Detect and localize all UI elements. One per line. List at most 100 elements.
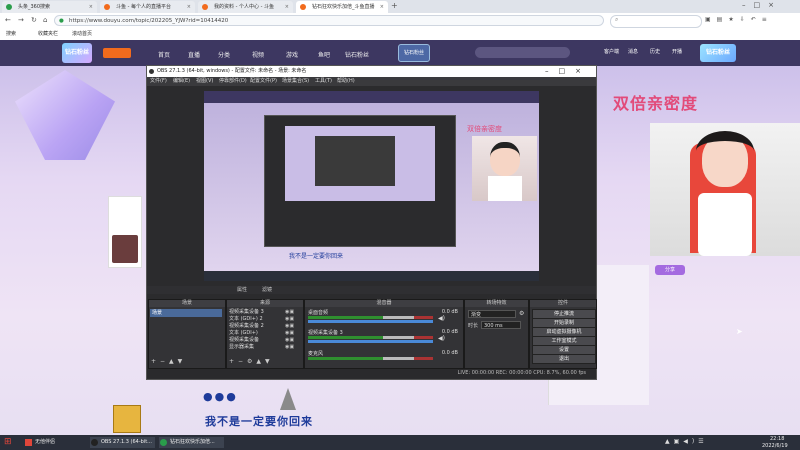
volume-meter xyxy=(308,357,433,360)
speaker-icon[interactable]: ◀) xyxy=(438,315,445,322)
diamond-fans-badge[interactable]: 钻石粉丝 xyxy=(398,44,430,62)
refresh-icon[interactable]: ↻ xyxy=(31,16,37,24)
filters-tab[interactable]: 滤镜 xyxy=(262,286,272,294)
source-item[interactable]: 文本 (GDI+) 2 xyxy=(229,316,264,323)
mixer-dock-title: 混音器 xyxy=(305,300,463,307)
site-favicon-icon xyxy=(202,4,208,10)
close-tab-icon[interactable]: × xyxy=(187,1,191,13)
home-icon[interactable]: ⌂ xyxy=(43,16,47,24)
browser-tab-2[interactable]: 斗鱼 - 每个人的直播平台 × xyxy=(100,1,195,13)
preview-nested-obs xyxy=(264,115,456,247)
taskbar-app[interactable]: 钻石狂欢快乐加倍... xyxy=(159,437,224,448)
nav-yuba[interactable]: 鱼吧 xyxy=(318,50,330,59)
diamond-fans-logo[interactable]: 钻石粉丝 xyxy=(700,44,736,62)
duration-input[interactable]: 300 ms xyxy=(481,321,521,329)
source-item[interactable]: 视频采集设备 xyxy=(229,337,264,344)
nav-live[interactable]: 直播 xyxy=(188,50,200,59)
clock-date: 2022/6/19 xyxy=(762,443,788,449)
bookmark-item[interactable]: 搜索 xyxy=(6,29,16,40)
menu-file[interactable]: 文件(F) xyxy=(150,77,167,86)
nav-video[interactable]: 视频 xyxy=(252,50,264,59)
source-item[interactable]: 视频采集设备 3 xyxy=(229,309,264,316)
top-icon-messages[interactable]: 消息 xyxy=(628,48,638,55)
source-item[interactable]: 视频采集设备 2 xyxy=(229,323,264,330)
volume-slider[interactable] xyxy=(308,320,433,323)
nav-category[interactable]: 分类 xyxy=(218,50,230,59)
obs-preview-canvas[interactable]: 双倍亲密度 我不是一定要你回来 xyxy=(204,91,539,281)
source-item[interactable]: 显示器采集 xyxy=(229,344,264,351)
mixer-channel-name: 麦克风 xyxy=(308,351,324,357)
gear-icon[interactable]: ⚙ xyxy=(519,310,524,317)
exit-button[interactable]: 退出 xyxy=(532,354,596,364)
taskbar-app-label: 钻石狂欢快乐加倍... xyxy=(170,439,215,445)
browser-tab-1[interactable]: 头条_360搜索 × xyxy=(2,1,97,13)
menu-tools[interactable]: 工具(T) xyxy=(315,77,332,86)
properties-tab[interactable]: 属性 xyxy=(237,286,247,294)
bookmark-item[interactable]: 收藏夹栏 xyxy=(38,29,58,40)
preview-face xyxy=(490,142,520,176)
sources-list: 视频采集设备 3 文本 (GDI+) 2 视频采集设备 2 文本 (GDI+) … xyxy=(229,309,264,351)
close-tab-icon[interactable]: × xyxy=(285,1,289,13)
nav-diamond-fans[interactable]: 钻石粉丝 xyxy=(345,50,369,59)
menu-help[interactable]: 帮助(H) xyxy=(337,77,355,86)
obs-icon xyxy=(91,439,98,446)
close-tab-icon[interactable]: × xyxy=(380,1,384,13)
share-badge[interactable]: 分享 xyxy=(655,265,685,275)
menu-profile[interactable]: 配置文件(P) xyxy=(250,77,277,86)
top-icon-golive[interactable]: 开播 xyxy=(672,48,682,55)
scene-buttons[interactable]: +−▲▼ xyxy=(151,358,186,365)
double-intimacy-banner: 双倍亲密度 xyxy=(613,94,699,113)
gift-icon[interactable] xyxy=(113,405,141,433)
scene-item[interactable]: 场景 xyxy=(150,309,222,317)
site-favicon-icon xyxy=(6,4,12,10)
mixer-channel-db: 0.0 dB xyxy=(441,350,458,356)
volume-slider[interactable] xyxy=(308,340,433,343)
app-icon xyxy=(25,439,32,446)
top-icon-client[interactable]: 客户端 xyxy=(604,48,619,55)
source-buttons[interactable]: +−⚙▲▼ xyxy=(229,358,274,365)
preview-dress xyxy=(488,176,522,201)
sources-dock-title: 来源 xyxy=(227,300,303,307)
source-item[interactable]: 文本 (GDI+) xyxy=(229,330,264,337)
transitions-dock: 转场特效 渐变 ⚙ 时长 300 ms xyxy=(464,299,529,369)
taskbar-app[interactable]: 无他伴侣 xyxy=(24,437,84,448)
window-controls[interactable]: –□× xyxy=(742,1,782,9)
menu-edit[interactable]: 编辑(E) xyxy=(173,77,190,86)
source-visibility-lock-icons[interactable]: ◉▣ ◉▣ ◉▣ ◉▣ ◉▣ ◉▣ xyxy=(285,309,294,351)
obs-window-controls[interactable]: –□× xyxy=(545,66,591,77)
preview-banner-text: 双倍亲密度 xyxy=(467,125,502,133)
url-field[interactable]: ● https://www.douyu.com/topic/202205_YJW… xyxy=(54,15,604,26)
nav-games[interactable]: 游戏 xyxy=(286,50,298,59)
system-tray-icons[interactable]: ▲▣◀)☰ xyxy=(665,438,708,445)
douyu-brand-icon[interactable] xyxy=(103,48,131,58)
scenes-dock-title: 场景 xyxy=(149,300,225,307)
preview-camera-thumb xyxy=(472,136,537,201)
forward-icon[interactable]: → xyxy=(18,16,24,24)
start-menu-icon[interactable]: ⊞ xyxy=(4,437,12,447)
obs-title: OBS 27.1.3 (64-bit, windows) - 配置文件: 未命名… xyxy=(157,68,307,74)
browser-tab-4[interactable]: 钻石狂欢快乐加倍_斗鱼直播 × xyxy=(296,1,388,13)
preview-nested-nav xyxy=(204,91,539,103)
new-tab-icon[interactable]: + xyxy=(391,1,398,10)
browser-tab-3[interactable]: 我的资料 - 个人中心 - 斗鱼 × xyxy=(198,1,293,13)
douyu-logo[interactable]: 钻石粉丝 xyxy=(62,43,92,63)
menu-docks[interactable]: 停靠部件(D) xyxy=(219,77,247,86)
streamer-sidebar-card xyxy=(108,196,142,268)
lock-icon: ● xyxy=(59,18,64,24)
avatar[interactable] xyxy=(112,235,138,263)
top-icon-history[interactable]: 历史 xyxy=(650,48,660,55)
tab-label: 头条_360搜索 xyxy=(18,4,51,10)
nav-home[interactable]: 首页 xyxy=(158,50,170,59)
douyu-search-input[interactable] xyxy=(475,47,570,58)
speaker-icon[interactable]: ◀) xyxy=(438,335,445,342)
close-tab-icon[interactable]: × xyxy=(89,1,93,13)
menu-scene-collection[interactable]: 场景集合(S) xyxy=(282,77,309,86)
transition-select[interactable]: 渐变 xyxy=(468,310,516,318)
browser-extension-icons[interactable]: ▣▤★⇩↶≡ xyxy=(705,16,773,23)
emoji-overlay: ●●● xyxy=(203,390,238,403)
browser-search-input[interactable]: ⌕ xyxy=(610,15,702,28)
back-icon[interactable]: ← xyxy=(5,16,11,24)
bookmark-item[interactable]: 滚动首页 xyxy=(72,29,92,40)
menu-view[interactable]: 视图(V) xyxy=(196,77,213,86)
taskbar-app[interactable]: OBS 27.1.3 (64-bit... xyxy=(90,437,155,448)
